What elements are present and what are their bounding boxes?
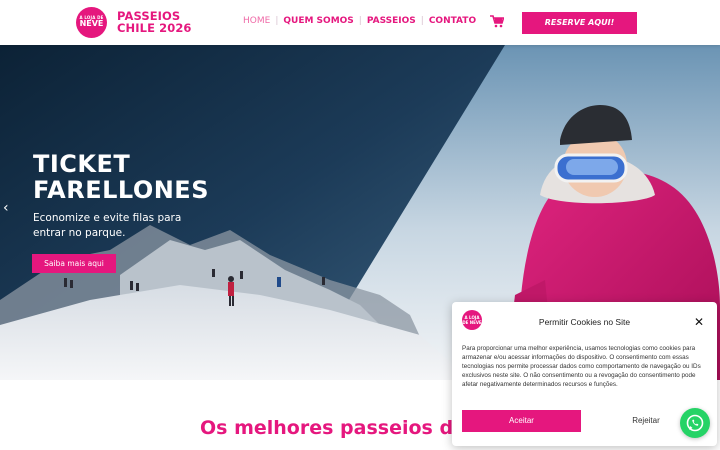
reserve-button[interactable]: RESERVE AQUI! [522,12,637,34]
cart-icon[interactable] [490,15,504,28]
nav-separator: | [358,16,362,26]
site-header: A LOJA DE NEVE PASSEIOS CHILE 2026 HOME … [0,0,720,45]
brand-name[interactable]: PASSEIOS CHILE 2026 [117,10,192,34]
nav-contato[interactable]: CONTATO [429,16,476,26]
nav-separator: | [275,16,279,26]
nav-home[interactable]: HOME [243,16,270,26]
nav-quem-somos[interactable]: QUEM SOMOS [283,16,353,26]
close-icon[interactable]: ✕ [694,315,704,329]
whatsapp-icon [686,414,704,432]
hero-subtitle: Economize e evite filas para entrar no p… [33,212,182,239]
hero-title-line1: TICKET [33,150,131,178]
brand-logo-badge[interactable]: A LOJA DE NEVE [76,7,107,38]
cookie-consent-dialog: A LOJA DE NEVE Permitir Cookies no Site … [452,302,717,446]
brand-name-line2: CHILE 2026 [117,21,192,35]
hero-title-line2: FARELLONES [33,176,209,204]
page: A LOJA DE NEVE PASSEIOS CHILE 2026 HOME … [0,0,720,450]
cookie-accept-button[interactable]: Aceitar [462,410,581,432]
hero-title: TICKET FARELLONES [33,151,209,203]
cookie-body-text: Para proporcionar uma melhor experiência… [462,345,701,388]
cookie-title: Permitir Cookies no Site [538,317,631,327]
brand-badge-big: NEVE [79,19,104,28]
hero-learn-more-button[interactable]: Saiba mais aqui [32,254,116,273]
whatsapp-button[interactable] [680,408,710,438]
slider-prev-arrow[interactable]: ‹ [3,200,9,216]
nav-separator: | [420,16,424,26]
section-title: Os melhores passeios do [200,417,467,439]
nav-passeios[interactable]: PASSEIOS [367,16,416,26]
main-nav: HOME | QUEM SOMOS | PASSEIOS | CONTATO [243,16,476,26]
